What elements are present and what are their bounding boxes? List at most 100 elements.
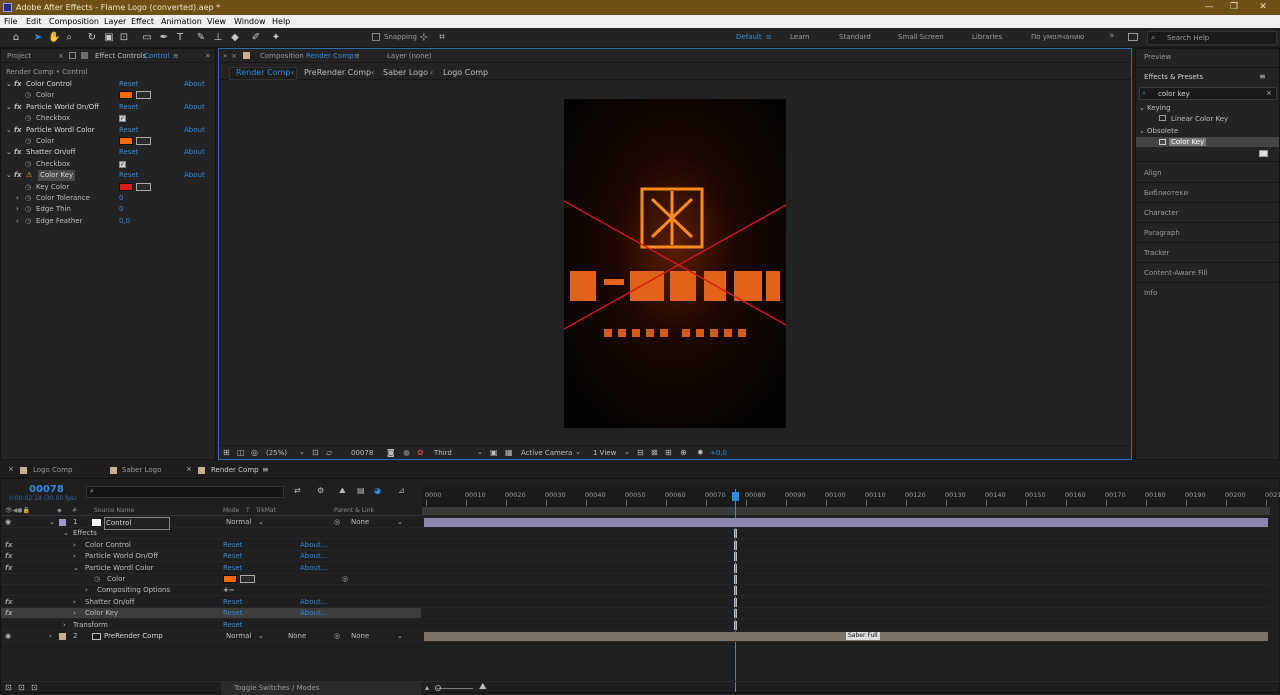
flowchart-icon[interactable]: ⊕ — [680, 448, 687, 457]
timeline-track[interactable] — [422, 597, 1270, 608]
timeline-tab-logo-comp[interactable]: Logo Comp — [33, 466, 72, 474]
zoom-in-icon[interactable]: ⛰ — [479, 682, 487, 692]
resolution-dropdown[interactable]: Third — [434, 449, 452, 457]
expand-effect-icon[interactable]: ⌄ — [6, 102, 12, 113]
effect-reset-link[interactable]: Reset — [119, 102, 139, 113]
mode-column[interactable]: Mode — [223, 507, 239, 514]
composition-panel-menu-icon[interactable]: » — [223, 49, 227, 63]
fx-switch-icon[interactable]: fx — [14, 125, 22, 136]
expand-property-icon[interactable]: › — [85, 585, 88, 596]
workspace-libraries[interactable]: Libraries — [972, 33, 1002, 41]
timeline-track[interactable] — [422, 540, 1270, 551]
eyedropper-icon[interactable] — [136, 137, 151, 145]
panel-menu-icon[interactable]: ≡ — [173, 49, 179, 63]
composition-tab-menu-icon[interactable]: ≡ — [354, 49, 360, 63]
chevron-down-icon[interactable]: ⌄ — [397, 517, 403, 528]
paragraph-panel-header[interactable]: Paragraph — [1144, 229, 1180, 237]
about-link[interactable]: About... — [300, 608, 327, 619]
effect-row[interactable]: ⌄ fx Shatter On/off Reset About — [1, 147, 217, 158]
menu-file[interactable]: File — [4, 15, 17, 28]
expand-property-icon[interactable]: › — [16, 216, 19, 227]
layer-name[interactable]: PreRender Comp — [104, 631, 163, 642]
stopwatch-icon[interactable]: ◷ — [25, 193, 31, 204]
effect-about-link[interactable]: About — [184, 170, 205, 181]
about-link[interactable]: About... — [300, 540, 327, 551]
fx-switch-icon[interactable]: fx — [14, 170, 22, 181]
mask-visibility-icon[interactable]: ▱ — [326, 448, 332, 457]
snapping-checkbox[interactable] — [372, 33, 380, 41]
expand-property-icon[interactable]: › — [16, 193, 19, 204]
3d-ground-plane-icon[interactable]: ◫ — [237, 448, 245, 457]
motion-blur-icon[interactable]: ◕ — [374, 486, 381, 495]
timeline-track[interactable] — [422, 608, 1270, 620]
fx-switch-icon[interactable]: fx — [5, 608, 13, 619]
close-button[interactable]: ✕ — [1250, 0, 1276, 15]
add-remove-compositing-buttons[interactable]: +− — [223, 585, 235, 596]
expand-property-icon[interactable]: › — [73, 540, 76, 551]
always-preview-icon[interactable]: ⊞ — [223, 448, 230, 457]
workspace-russian-default[interactable]: По умолчанию — [1031, 33, 1084, 41]
about-link[interactable]: About... — [300, 597, 327, 608]
workspace-default[interactable]: Default — [736, 33, 762, 41]
lock-icon[interactable] — [69, 52, 76, 59]
effect-property-row[interactable]: ◷ Color — [1, 136, 217, 147]
layer-duration-bar[interactable] — [424, 518, 1268, 527]
stopwatch-icon[interactable]: ◷ — [25, 182, 31, 193]
stopwatch-icon[interactable]: ◷ — [94, 574, 100, 585]
workspace-overflow-button[interactable]: » — [1109, 31, 1115, 41]
info-panel-header[interactable]: Info — [1144, 289, 1157, 297]
clone-stamp-tool-icon[interactable]: ⊥ — [212, 32, 224, 44]
eyedropper-icon[interactable] — [136, 182, 151, 191]
effect-reset-link[interactable]: Reset — [119, 125, 139, 136]
about-link[interactable]: About... — [300, 551, 327, 562]
fx-switch-icon[interactable]: fx — [14, 79, 22, 90]
vr-icon[interactable]: ◎ — [251, 448, 258, 457]
menu-edit[interactable]: Edit — [26, 15, 42, 28]
roto-brush-tool-icon[interactable]: ✐ — [250, 32, 262, 44]
chevron-down-icon[interactable]: ⌄ — [299, 448, 305, 456]
menu-view[interactable]: View — [207, 15, 226, 28]
expand-property-icon[interactable]: › — [73, 551, 76, 562]
nav-logo-comp[interactable]: Logo Comp — [443, 68, 488, 77]
menu-help[interactable]: Help — [272, 15, 290, 28]
rotate-tool-icon[interactable]: ↻ — [86, 32, 98, 44]
fx-switch-icon[interactable]: fx — [5, 551, 13, 562]
brush-tool-icon[interactable]: ✎ — [195, 32, 207, 44]
effect-about-link[interactable]: About — [184, 102, 205, 113]
align-panel-header[interactable]: Align — [1144, 169, 1162, 177]
preview-panel-header[interactable]: Preview — [1144, 53, 1171, 61]
timeline-row[interactable]: fx › Color Key Reset About... — [1, 608, 421, 620]
nav-render-comp[interactable]: Render Comp — [229, 67, 298, 80]
timeline-row[interactable]: fx › Shatter On/off Reset About... — [1, 597, 421, 608]
composition-mini-flowchart-icon[interactable]: ⇄ — [294, 486, 301, 495]
chevron-down-icon[interactable]: ⌄ — [258, 631, 264, 642]
effects-presets-menu-icon[interactable]: ≡ — [1259, 72, 1266, 81]
parent-dropdown[interactable]: None — [351, 631, 369, 642]
workspace-standard[interactable]: Standard — [839, 33, 871, 41]
camera-view-dropdown[interactable]: Active Camera — [521, 449, 572, 457]
color-channels-icon[interactable]: ✿ — [417, 448, 424, 457]
effect-property-row[interactable]: ◷ › Color Tolerance 0 — [1, 193, 217, 204]
effect-about-link[interactable]: About — [184, 79, 205, 90]
menu-window[interactable]: Window — [234, 15, 266, 28]
timeline-tab-saber-logo[interactable]: Saber Logo — [122, 466, 161, 474]
in-out-icon[interactable]: ⊡ — [31, 683, 38, 692]
layer-marker-label[interactable]: Saber Full — [846, 632, 880, 640]
effect-about-link[interactable]: About — [184, 125, 205, 136]
rectangle-tool-icon[interactable]: ▭ — [141, 32, 153, 44]
checkbox[interactable]: ✓ — [119, 160, 126, 168]
timeline-row[interactable]: ◉ › 2 PreRender Comp Normal ⌄ None ◎ None ⌄ — [1, 631, 421, 642]
effect-row[interactable]: ⌄ fx Particle World On/Off Reset About — [1, 102, 217, 113]
content-aware-fill-panel-header[interactable]: Content-Aware Fill — [1144, 269, 1207, 277]
effect-reset-link[interactable]: Reset — [119, 79, 139, 90]
expand-keying-icon[interactable]: ⌄ — [1139, 104, 1145, 112]
magnification-dropdown[interactable]: (25%) — [266, 449, 287, 457]
expand-property-icon[interactable]: › — [16, 204, 19, 215]
timeline-search-field[interactable]: ⌕ — [86, 486, 284, 498]
graph-editor-icon[interactable]: ⊿ — [398, 486, 405, 495]
property-value[interactable]: 0 — [119, 193, 123, 204]
close-tab-icon[interactable]: × — [186, 465, 192, 473]
effects-search-value[interactable]: color key — [1158, 90, 1190, 98]
nav-prerender-comp[interactable]: PreRender Comp — [304, 68, 371, 77]
obsolete-folder[interactable]: Obsolete — [1147, 127, 1178, 135]
